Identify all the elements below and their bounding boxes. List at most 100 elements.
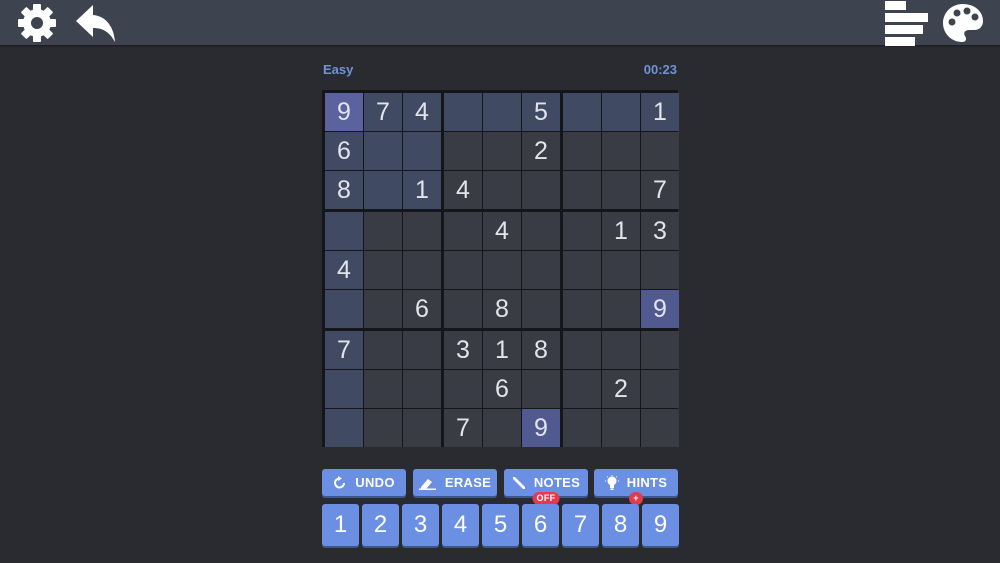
board-cell[interactable] — [563, 331, 601, 369]
board-cell[interactable] — [641, 370, 679, 408]
board-cell[interactable] — [325, 409, 363, 447]
board-cell[interactable] — [563, 251, 601, 289]
board-cell[interactable] — [364, 409, 402, 447]
board-cell[interactable] — [602, 93, 640, 131]
board-cell[interactable]: 6 — [483, 370, 521, 408]
board-cell[interactable] — [602, 171, 640, 209]
board-cell[interactable] — [563, 132, 601, 170]
board-cell[interactable] — [403, 331, 441, 369]
board-cell[interactable] — [522, 171, 560, 209]
number-button-6[interactable]: 6 — [522, 504, 559, 546]
board-cell[interactable] — [444, 132, 482, 170]
board-cell[interactable]: 1 — [403, 171, 441, 209]
back-button[interactable] — [70, 0, 120, 45]
board-cell[interactable] — [364, 132, 402, 170]
board-cell[interactable]: 5 — [522, 93, 560, 131]
board-cell[interactable] — [483, 409, 521, 447]
board-cell[interactable] — [641, 132, 679, 170]
board-cell[interactable] — [563, 212, 601, 250]
board-cell[interactable] — [325, 212, 363, 250]
board-cell[interactable]: 1 — [641, 93, 679, 131]
board-cell[interactable]: 9 — [522, 409, 560, 447]
board-cell[interactable] — [364, 212, 402, 250]
number-button-5[interactable]: 5 — [482, 504, 519, 546]
board-cell[interactable]: 2 — [602, 370, 640, 408]
board-cell[interactable]: 4 — [444, 171, 482, 209]
board-cell[interactable] — [403, 132, 441, 170]
board-cell[interactable] — [522, 370, 560, 408]
board-cell[interactable]: 3 — [641, 212, 679, 250]
number-button-3[interactable]: 3 — [402, 504, 439, 546]
action-label: NOTES — [533, 475, 581, 490]
board-cell[interactable] — [364, 290, 402, 328]
board-cell[interactable] — [483, 251, 521, 289]
board-cell[interactable] — [364, 331, 402, 369]
board-cell[interactable]: 9 — [325, 93, 363, 131]
board-cell[interactable] — [483, 132, 521, 170]
board-cell[interactable] — [364, 251, 402, 289]
board-cell[interactable] — [364, 171, 402, 209]
notes-button[interactable]: NOTES OFF — [504, 469, 588, 505]
board-cell[interactable]: 8 — [522, 331, 560, 369]
board-cell[interactable] — [563, 370, 601, 408]
number-button-1[interactable]: 1 — [322, 504, 359, 546]
number-button-2[interactable]: 2 — [362, 504, 399, 546]
board-cell[interactable] — [483, 93, 521, 131]
board-cell[interactable]: 7 — [325, 331, 363, 369]
board-cell[interactable] — [602, 290, 640, 328]
undo-button[interactable]: UNDO — [322, 469, 406, 496]
board-cell[interactable] — [522, 290, 560, 328]
board-cell[interactable] — [403, 251, 441, 289]
board-cell[interactable] — [403, 370, 441, 408]
board-cell[interactable] — [602, 132, 640, 170]
board-cell[interactable] — [403, 212, 441, 250]
board-cell[interactable] — [444, 212, 482, 250]
board-cell[interactable] — [602, 251, 640, 289]
stats-button[interactable] — [880, 0, 930, 46]
board-cell[interactable]: 6 — [325, 132, 363, 170]
theme-button[interactable] — [938, 0, 988, 45]
board-cell[interactable] — [563, 171, 601, 209]
board-cell[interactable]: 9 — [641, 290, 679, 328]
board-cell[interactable]: 7 — [444, 409, 482, 447]
board-cell[interactable] — [641, 331, 679, 369]
board-cell[interactable] — [641, 409, 679, 447]
board-cell[interactable] — [403, 409, 441, 447]
number-button-9[interactable]: 9 — [642, 504, 679, 546]
erase-button[interactable]: ERASE — [413, 469, 497, 496]
board-cell[interactable] — [563, 409, 601, 447]
board-cell[interactable]: 8 — [483, 290, 521, 328]
board-cell[interactable]: 1 — [483, 331, 521, 369]
board-cell[interactable] — [444, 251, 482, 289]
board-cell[interactable]: 8 — [325, 171, 363, 209]
board-cell[interactable] — [444, 93, 482, 131]
board-cell[interactable] — [325, 370, 363, 408]
gear-icon — [18, 3, 56, 42]
board-cell[interactable] — [444, 290, 482, 328]
board-cell[interactable]: 4 — [325, 251, 363, 289]
board-cell[interactable] — [602, 409, 640, 447]
board-cell[interactable] — [563, 290, 601, 328]
number-button-8[interactable]: 8 — [602, 504, 639, 546]
number-button-7[interactable]: 7 — [562, 504, 599, 546]
settings-button[interactable] — [12, 0, 62, 45]
board-cell[interactable] — [522, 212, 560, 250]
board-cell[interactable] — [444, 370, 482, 408]
board-cell[interactable]: 1 — [602, 212, 640, 250]
hints-button[interactable]: HINTS + — [594, 469, 678, 505]
board-cell[interactable]: 3 — [444, 331, 482, 369]
board-cell[interactable] — [483, 171, 521, 209]
number-button-4[interactable]: 4 — [442, 504, 479, 546]
board-cell[interactable]: 7 — [641, 171, 679, 209]
board-cell[interactable]: 2 — [522, 132, 560, 170]
board-cell[interactable]: 6 — [403, 290, 441, 328]
board-cell[interactable] — [522, 251, 560, 289]
board-cell[interactable]: 4 — [403, 93, 441, 131]
board-cell[interactable] — [641, 251, 679, 289]
board-cell[interactable] — [364, 370, 402, 408]
board-cell[interactable] — [602, 331, 640, 369]
board-cell[interactable]: 7 — [364, 93, 402, 131]
board-cell[interactable] — [563, 93, 601, 131]
board-cell[interactable]: 4 — [483, 212, 521, 250]
board-cell[interactable] — [325, 290, 363, 328]
